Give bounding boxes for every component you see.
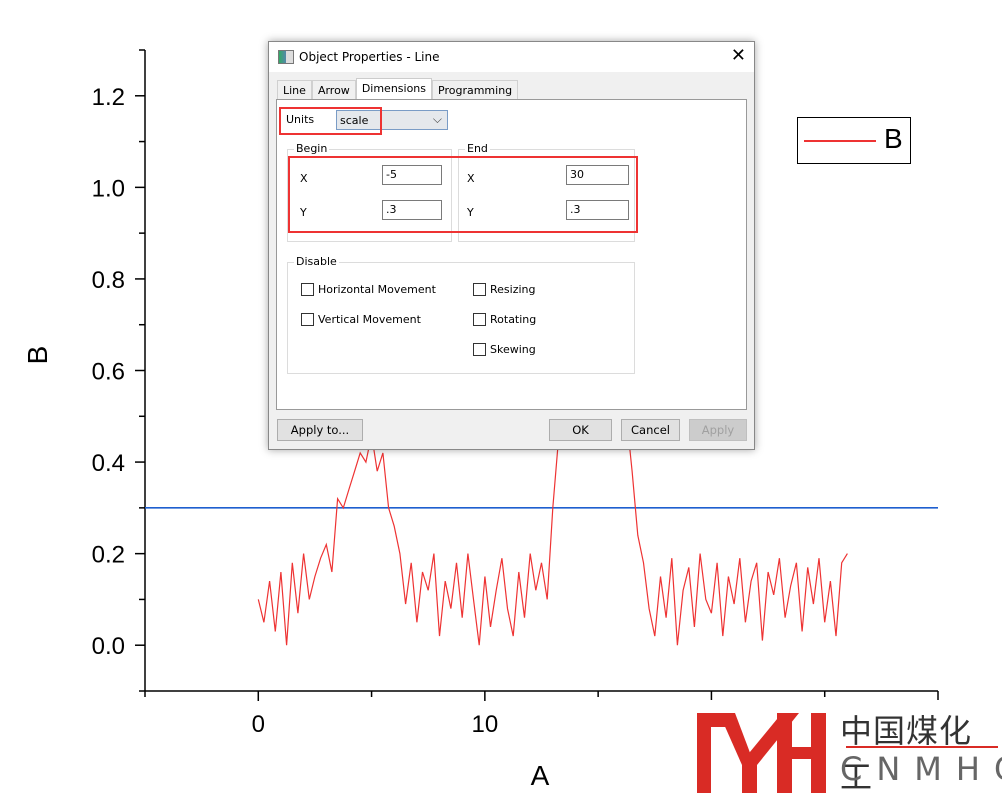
y-tick-label: 1.2: [92, 84, 125, 111]
tab-programming[interactable]: Programming: [432, 80, 519, 99]
legend-line-swatch: [804, 140, 876, 142]
x-axis-label: A: [531, 760, 550, 791]
x-tick-label: 0: [252, 711, 265, 738]
watermark-latin: CNMHG: [840, 750, 1002, 788]
tab-dimensions[interactable]: Dimensions: [355, 78, 433, 100]
dialog-title-bar[interactable]: Object Properties - Line ✕: [269, 42, 754, 72]
y-tick-label: 0.4: [92, 450, 125, 477]
end-label: End: [465, 142, 490, 155]
checkbox-horizontal-movement[interactable]: Horizontal Movement: [301, 283, 436, 296]
cancel-button[interactable]: Cancel: [621, 419, 680, 441]
close-icon[interactable]: ✕: [731, 45, 746, 66]
tab-line[interactable]: Line: [277, 80, 312, 99]
apply-button[interactable]: Apply: [689, 419, 747, 441]
y-tick-label: 0.8: [92, 267, 125, 294]
x-tick-label: 10: [472, 711, 499, 738]
tab-bar: Line Arrow Dimensions Programming: [277, 78, 519, 100]
y-tick-label: 0.0: [92, 633, 125, 660]
watermark-divider: [846, 746, 998, 748]
tab-arrow[interactable]: Arrow: [311, 80, 356, 99]
checkbox-skewing[interactable]: Skewing: [473, 343, 536, 356]
begin-end-highlight: [288, 156, 638, 233]
checkbox-rotating[interactable]: Rotating: [473, 313, 536, 326]
begin-label: Begin: [294, 142, 330, 155]
object-properties-dialog: Object Properties - Line ✕ Line Arrow Di…: [268, 41, 755, 450]
apply-to-button[interactable]: Apply to...: [277, 419, 363, 441]
dimensions-panel: Units scale ⌵ Begin X -5 Y .3 End X 30 Y…: [276, 99, 747, 410]
dialog-title: Object Properties - Line: [299, 50, 440, 64]
y-axis-label: B: [22, 346, 53, 365]
window-icon: [278, 50, 294, 64]
disable-group: Disable Horizontal Movement Vertical Mov…: [287, 255, 635, 374]
mh-logo-mark: [697, 713, 826, 793]
chevron-down-icon: ⌵: [432, 112, 442, 126]
legend-label: B: [884, 123, 903, 154]
disable-label: Disable: [294, 255, 339, 268]
watermark-logo: 中国煤化工 CNMHG: [697, 700, 1002, 797]
y-tick-label: 0.2: [92, 542, 125, 569]
y-tick-label: 0.6: [92, 359, 125, 386]
checkbox-resizing[interactable]: Resizing: [473, 283, 536, 296]
ok-button[interactable]: OK: [549, 419, 612, 441]
checkbox-vertical-movement[interactable]: Vertical Movement: [301, 313, 421, 326]
units-highlight: [279, 107, 382, 135]
legend[interactable]: B: [797, 117, 911, 164]
y-tick-label: 1.0: [92, 175, 125, 202]
